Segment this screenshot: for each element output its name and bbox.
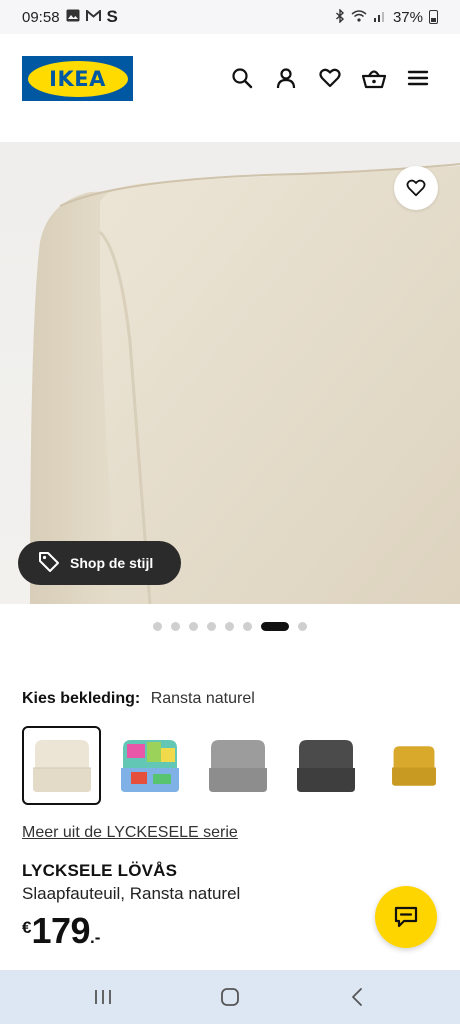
carousel-dot[interactable] <box>171 621 180 631</box>
swatch-naturel[interactable] <box>22 726 101 805</box>
tag-icon <box>38 551 60 576</box>
shop-the-style-button[interactable]: Shop de stijl <box>18 541 181 585</box>
cover-label-key: Kies bekleding: <box>22 690 141 707</box>
price-suffix: .- <box>90 928 101 947</box>
status-left: 09:58 S <box>22 7 118 27</box>
logo-oval: IKEA <box>27 60 128 97</box>
site-header: IKEA <box>0 34 460 142</box>
cover-swatches <box>22 726 453 805</box>
chair-fabric-image <box>30 163 460 604</box>
swatch-dark-grey[interactable] <box>286 726 365 805</box>
signal-icon <box>373 10 387 25</box>
carousel-dot[interactable] <box>243 621 252 631</box>
product-hero-image[interactable]: Shop de stijl <box>0 142 460 604</box>
chair-naturel-thumbnail <box>32 739 91 792</box>
logo-text: IKEA <box>49 66 106 91</box>
chair-light-grey-thumbnail <box>208 739 267 792</box>
status-right: 37% <box>335 7 438 26</box>
profile-icon[interactable] <box>274 66 298 90</box>
carousel-dot[interactable] <box>207 621 216 631</box>
carousel-dot[interactable] <box>153 621 162 631</box>
product-description: Slaapfauteuil, Ransta naturel <box>22 884 241 903</box>
gallery-notification-icon <box>66 9 80 25</box>
cover-label-value: Ransta naturel <box>150 690 255 707</box>
ikea-logo[interactable]: IKEA <box>22 56 133 101</box>
heart-icon[interactable] <box>318 66 342 90</box>
cover-selection-label: Kies bekleding: Ransta naturel <box>22 690 255 708</box>
product-name: LYCKSELE LÖVÅS <box>22 861 178 880</box>
swatch-light-grey[interactable] <box>198 726 277 805</box>
chat-button[interactable] <box>375 886 437 948</box>
system-navigation-bar <box>0 970 460 1024</box>
product-price: € 179 .- <box>22 910 100 952</box>
heart-outline-icon <box>406 179 426 197</box>
chair-dark-grey-thumbnail <box>296 739 355 792</box>
status-bar: 09:58 S 37% <box>0 0 460 34</box>
favorite-button[interactable] <box>394 166 438 210</box>
carousel-dot[interactable] <box>189 621 198 631</box>
shop-style-label: Shop de stijl <box>70 555 154 571</box>
carousel-dot[interactable] <box>298 621 307 631</box>
bluetooth-icon <box>335 7 345 26</box>
chair-multicolor-thumbnail <box>120 739 179 792</box>
wifi-icon <box>351 9 367 25</box>
carrier-label: S <box>106 7 118 26</box>
price-currency: € <box>22 918 32 937</box>
search-icon[interactable] <box>230 66 254 90</box>
carousel-dot-active[interactable] <box>261 621 289 631</box>
price-whole: 179 <box>31 910 91 951</box>
header-icons <box>230 66 430 90</box>
chair-yellow-thumbnail <box>391 745 436 786</box>
back-icon[interactable] <box>337 977 377 1017</box>
home-icon[interactable] <box>210 977 250 1017</box>
battery-percent: 37% <box>392 8 423 26</box>
carousel-indicator <box>0 620 460 632</box>
menu-icon[interactable] <box>406 66 430 90</box>
series-link[interactable]: Meer uit de LYCKESELE serie <box>22 824 238 842</box>
recent-apps-icon[interactable] <box>83 977 123 1017</box>
chat-icon <box>394 906 418 928</box>
basket-icon[interactable] <box>362 66 386 90</box>
status-time: 09:58 <box>22 8 60 26</box>
mail-notification-icon <box>85 8 101 25</box>
swatch-multicolor[interactable] <box>110 726 189 805</box>
carousel-dot[interactable] <box>225 621 234 631</box>
swatch-yellow[interactable] <box>374 726 453 805</box>
battery-icon <box>429 10 438 24</box>
